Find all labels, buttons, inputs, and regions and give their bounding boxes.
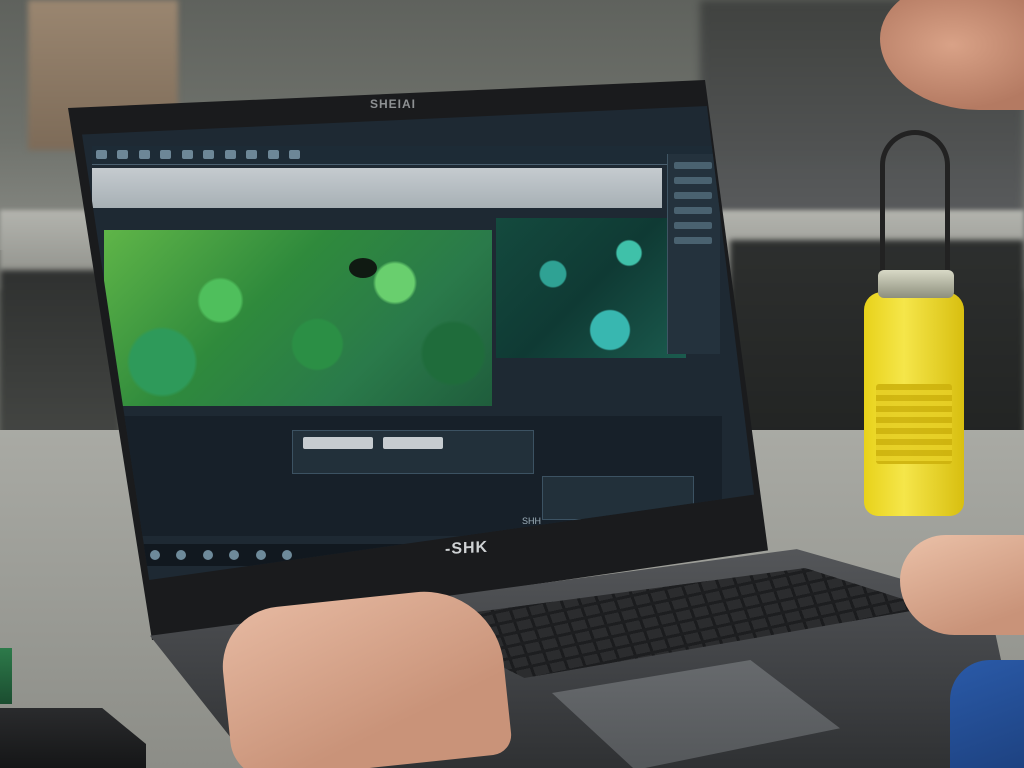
screen-side-panel [667,154,720,354]
lid-top-brand: SHEIAI [370,97,417,111]
panel-row [674,237,712,244]
toolbar-icon [289,150,301,159]
toolbar-icon [138,150,150,159]
toolbar-icon [117,150,129,159]
laptop-brand-logo: -SHK [445,538,489,559]
photo-scene: SHEIAI SHH -SHK [0,0,1024,768]
toolbar-icon [96,150,107,159]
toolbar-icon [267,150,279,159]
aerial-image-green [104,230,492,406]
panel-row [674,207,712,214]
screen-toolbar [92,146,732,165]
taskbar-icon [282,550,293,560]
left-hand [216,583,514,768]
panel-row [674,192,712,199]
panel-row [674,162,712,169]
panel-row [674,222,712,229]
timeline-clip [303,437,373,449]
screen-header-bar [92,168,662,208]
green-marker [0,648,12,704]
right-hand [900,535,1024,635]
toolbar-icon [181,150,193,159]
timeline-clip [383,437,443,449]
toolbar-icon [246,150,258,159]
toolbar-icon [224,150,236,159]
blue-sleeve [950,660,1024,768]
taskbar-icon [229,550,240,560]
aerial-image-teal [496,218,686,358]
toolbar-icon [160,150,172,159]
taskbar-icon [150,550,160,560]
timeline-track [292,430,534,474]
taskbar-icon [176,550,187,560]
taskbar-icon [202,550,213,560]
taskbar-icon [255,550,266,560]
image-dark-spot [349,258,377,278]
screen-status-text: SHH [522,516,542,526]
toolbar-icon [203,150,215,159]
panel-row [674,177,712,184]
